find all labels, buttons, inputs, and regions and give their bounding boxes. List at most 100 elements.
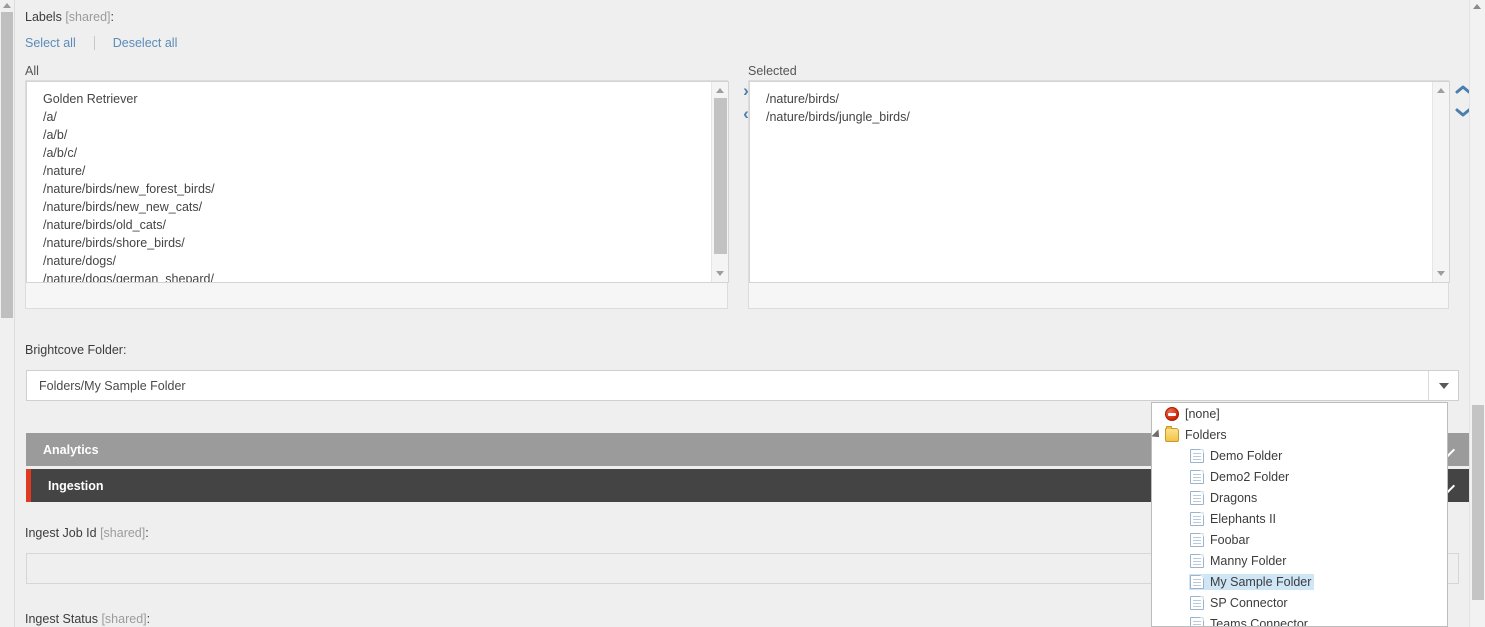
tree-item-my-sample-folder[interactable]: My Sample Folder [1152,571,1447,592]
list-item[interactable]: /a/ [27,108,711,126]
all-list-scrollbar[interactable] [711,82,728,282]
selected-list-items: /nature/birds//nature/birds/jungle_birds… [750,90,1432,126]
tree-item-label: Manny Folder [1210,553,1287,568]
tree-item-content: Foobar [1189,532,1253,548]
tree-item-label: Elephants II [1210,511,1277,526]
deselect-all-link[interactable]: Deselect all [113,36,178,50]
brightcove-folder-dropdown-button[interactable] [1428,371,1458,400]
folder-icon [1165,425,1179,442]
ingest-status-label-text: Ingest Status [25,612,98,626]
tree-item-label: Foobar [1210,532,1250,547]
tree-item-label: Demo2 Folder [1210,469,1290,484]
ingestion-section-title: Ingestion [48,478,104,493]
tree-item-content: Dragons [1189,490,1260,506]
selected-list-scroll-up-icon[interactable] [1437,88,1445,93]
select-all-link[interactable]: Select all [25,36,76,50]
all-list-items: Golden Retriever/a//a/b//a/b/c//nature//… [27,90,711,282]
ingest-status-shared-tag: [shared] [101,612,147,626]
tree-item-label: Demo Folder [1210,448,1283,463]
list-item[interactable]: /nature/birds/ [750,90,1432,108]
tree-item-content: My Sample Folder [1189,573,1315,590]
page-icon [1190,490,1204,505]
tree-item-content: Elephants II [1189,511,1279,527]
tree-item-foobar[interactable]: Foobar [1152,529,1447,550]
tree-item-label: SP Connector [1210,595,1288,610]
page-scrollbar[interactable] [1469,0,1485,627]
selected-list-scrollbar[interactable] [1432,82,1449,282]
brightcove-folder-field[interactable]: Folders/My Sample Folder [26,370,1459,401]
expand-collapse-triangle-icon[interactable] [1152,429,1163,441]
scroll-up-arrow-icon[interactable] [3,3,11,8]
left-scrollbar[interactable] [0,0,15,627]
ingest-job-id-shared-tag: [shared] [100,526,146,540]
tree-item-folders[interactable]: Folders [1152,424,1447,445]
tree-item-elephants-ii[interactable]: Elephants II [1152,508,1447,529]
tree-item-manny-folder[interactable]: Manny Folder [1152,550,1447,571]
list-item[interactable]: /nature/birds/shore_birds/ [27,234,711,252]
all-listbox[interactable]: Golden Retriever/a//a/b//a/b/c//nature//… [26,81,729,283]
ingest-job-id-label-text: Ingest Job Id [25,526,97,540]
brightcove-folder-value[interactable]: Folders/My Sample Folder [27,379,1428,393]
tree-item-none[interactable]: [none] [1152,403,1447,424]
list-item[interactable]: /nature/dogs/ [27,252,711,270]
page-icon [1190,532,1204,547]
page-scroll-up-arrow-icon[interactable] [1473,4,1481,9]
all-column-header: All [25,64,39,78]
page-scrollbar-thumb[interactable] [1472,405,1484,600]
tree-item-demo-folder[interactable]: Demo Folder [1152,445,1447,466]
selected-listbox[interactable]: /nature/birds//nature/birds/jungle_birds… [749,81,1450,283]
page-icon [1190,616,1204,626]
list-item[interactable]: /nature/birds/jungle_birds/ [750,108,1432,126]
ingest-status-label: Ingest Status [shared]: [25,612,151,626]
brightcove-folder-label: Brightcove Folder: [25,343,127,357]
labels-field-label: Labels [shared]: [25,10,114,24]
list-item[interactable]: /a/b/c/ [27,144,711,162]
tree-item-content: SP Connector [1189,595,1291,611]
list-item[interactable]: /nature/birds/new_new_cats/ [27,198,711,216]
tree-item-label: Folders [1185,427,1227,442]
all-list-scroll-up-icon[interactable] [716,88,724,93]
labels-shared-tag: [shared] [65,10,111,24]
tree-item-teams-connector[interactable]: Teams Connector [1152,613,1447,627]
tree-item-content: Teams Connector [1189,616,1311,627]
tree-item-label: Dragons [1210,490,1258,505]
left-scrollbar-thumb[interactable] [1,12,13,318]
tree-item-dragons[interactable]: Dragons [1152,487,1447,508]
selected-column-header: Selected [748,64,797,78]
caret-down-icon [1438,382,1449,389]
page-icon [1190,574,1204,589]
all-list-scrollbar-thumb[interactable] [714,98,727,254]
tree-item-content: [none] [1164,406,1223,422]
tree-item-content: Folders [1164,425,1230,443]
ingest-job-id-label: Ingest Job Id [shared]: [25,526,149,540]
selected-listbox-container: /nature/birds//nature/birds/jungle_birds… [748,80,1450,309]
list-item[interactable]: /a/b/ [27,126,711,144]
folder-tree-dropdown[interactable]: [none] Folders Demo Folder Demo2 Folder Drag… [1151,402,1448,627]
all-list-scroll-down-icon[interactable] [716,271,724,276]
tree-item-content: Manny Folder [1189,553,1289,569]
tree-item-content: Demo2 Folder [1189,469,1292,485]
all-listbox-container: Golden Retriever/a//a/b//a/b/c//nature//… [25,80,729,309]
page-icon [1190,469,1204,484]
page-icon [1190,553,1204,568]
list-item[interactable]: /nature/ [27,162,711,180]
tree-item-label: My Sample Folder [1210,574,1312,589]
list-item[interactable]: /nature/dogs/german_shepard/ [27,270,711,282]
tree-item-content: Demo Folder [1189,448,1285,464]
analytics-section-title: Analytics [43,442,99,457]
tree-item-label: Teams Connector [1210,616,1308,627]
page-root: Labels [shared]: Select all Deselect all… [0,0,1485,627]
list-item[interactable]: Golden Retriever [27,90,711,108]
selected-list-scroll-down-icon[interactable] [1437,271,1445,276]
page-icon [1190,595,1204,610]
page-icon [1190,448,1204,463]
labels-label-text: Labels [25,10,62,24]
labels-colon: : [110,10,114,24]
list-item[interactable]: /nature/birds/new_forest_birds/ [27,180,711,198]
list-item[interactable]: /nature/birds/old_cats/ [27,216,711,234]
tree-item-demo2-folder[interactable]: Demo2 Folder [1152,466,1447,487]
tree-item-label: [none] [1185,406,1220,421]
tree-item-sp-connector[interactable]: SP Connector [1152,592,1447,613]
no-entry-icon [1165,406,1179,421]
label-selection-links: Select all Deselect all [25,36,177,50]
